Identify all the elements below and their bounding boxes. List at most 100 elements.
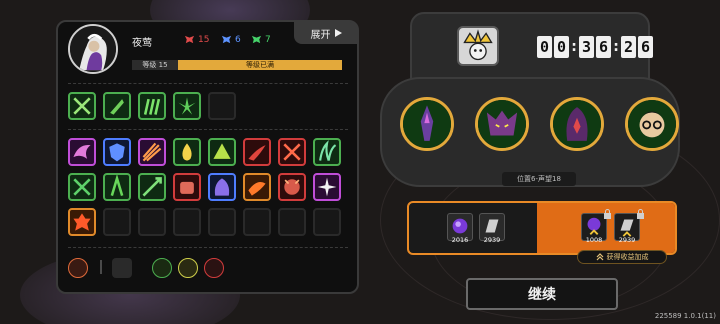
wing-icon — [73, 144, 91, 159]
bonus-card-value: 2939 — [618, 236, 636, 244]
reward-machine: 0 0 : 3 6 : 2 6 位置6-声望18 — [380, 12, 680, 197]
hood-icon — [214, 178, 230, 196]
item-slot[interactable] — [68, 208, 96, 236]
level-bar: 等级 15 等级已满 — [132, 60, 342, 70]
version-label: 225589 1.0.1(11) — [654, 312, 716, 320]
timer-digit: 6 — [596, 36, 611, 58]
blue-resource: 6 — [221, 34, 241, 45]
opponent-portrait[interactable] — [550, 97, 604, 151]
skill-slot[interactable] — [68, 92, 96, 120]
item-slot[interactable] — [313, 138, 341, 166]
fist-icon — [180, 181, 194, 194]
spear-icon — [142, 177, 162, 197]
reward-bar: 2016 2939 1008 2939 — [407, 201, 677, 255]
skill-slot[interactable] — [138, 92, 166, 120]
item-slot[interactable] — [313, 173, 341, 201]
scissor-blade-icon — [73, 178, 91, 196]
demon-face-icon — [284, 179, 300, 195]
item-slot[interactable] — [278, 138, 306, 166]
player-panel: 夜莺 15 6 7 展开 等级 15 等级已满 — [56, 20, 359, 294]
red-resource-count: 15 — [198, 34, 210, 45]
card-deck-icon[interactable] — [112, 258, 132, 278]
hooded-assassin-icon — [553, 100, 601, 148]
crossed-axes-icon — [283, 143, 301, 161]
empty-item-slot[interactable] — [173, 208, 201, 236]
flame-trio-icon[interactable] — [178, 258, 198, 278]
opponent-portrait[interactable] — [625, 97, 679, 151]
green-resource: 7 — [251, 34, 271, 45]
timer-digit: 3 — [579, 36, 594, 58]
item-slot[interactable] — [138, 173, 166, 201]
fire-burst-icon — [73, 213, 91, 231]
separator — [100, 260, 102, 274]
divider — [68, 247, 348, 248]
level-label: 等级 15 — [132, 60, 178, 70]
lock-icon — [604, 209, 611, 219]
item-slot[interactable] — [208, 173, 236, 201]
timer-digit: 6 — [638, 36, 653, 58]
item-slot[interactable] — [103, 173, 131, 201]
item-slot[interactable] — [68, 138, 96, 166]
blue-resource-count: 6 — [235, 34, 241, 45]
divider — [68, 129, 348, 130]
expand-label: 展开 — [310, 29, 331, 41]
shield-icon — [109, 143, 125, 162]
double-chevron-up-icon — [596, 253, 603, 261]
fire-bird-icon — [248, 182, 266, 196]
bonus-tag: 获得收益加成 — [577, 250, 667, 264]
timer-digit: 0 — [537, 36, 552, 58]
continue-button[interactable]: 继续 — [466, 278, 618, 310]
item-slot[interactable] — [173, 138, 201, 166]
empty-item-slot[interactable] — [243, 208, 271, 236]
green-resource-count: 7 — [265, 34, 271, 45]
thorn-icon — [110, 175, 124, 196]
item-slot[interactable] — [243, 173, 271, 201]
opponent-portrait[interactable] — [400, 97, 454, 151]
empty-item-slot[interactable] — [138, 208, 166, 236]
skill-slot[interactable] — [173, 92, 201, 120]
talon-icon — [319, 140, 337, 161]
opponent-portrait[interactable] — [475, 97, 529, 151]
flame-icon — [182, 143, 192, 161]
empty-item-slot[interactable] — [208, 208, 236, 236]
countdown-timer: 0 0 : 3 6 : 2 6 — [537, 36, 653, 58]
glasses-boy-icon — [628, 100, 676, 148]
item-slot[interactable] — [103, 138, 131, 166]
blue-mask-icon — [221, 35, 232, 44]
item-slot[interactable] — [243, 138, 271, 166]
spike-burst-icon — [178, 97, 196, 115]
item-slot[interactable] — [278, 173, 306, 201]
nightingale-portrait-icon — [70, 26, 116, 72]
empty-item-slot[interactable] — [103, 208, 131, 236]
timer-colon: : — [613, 39, 619, 55]
red-mask-icon — [184, 35, 195, 44]
star-burst-icon — [317, 177, 337, 197]
player-avatar[interactable] — [68, 24, 118, 74]
position-label: 位置6-声望18 — [502, 172, 576, 186]
play-arrow-icon — [334, 29, 342, 37]
item-slot[interactable] — [208, 138, 236, 166]
empty-item-slot[interactable] — [313, 208, 341, 236]
fire-spiral-icon[interactable] — [68, 258, 88, 278]
triangle-rune-icon — [213, 143, 231, 159]
empty-skill-slot[interactable] — [208, 92, 236, 120]
expand-button[interactable]: 展开 — [294, 22, 358, 44]
timer-digit: 0 — [554, 36, 569, 58]
orb-value: 2016 — [451, 236, 469, 244]
timer-colon: : — [571, 39, 577, 55]
red-resource: 15 — [184, 34, 209, 45]
skill-slot[interactable] — [103, 92, 131, 120]
empty-item-slot[interactable] — [278, 208, 306, 236]
purple-knight-icon — [403, 100, 451, 148]
divider — [68, 83, 348, 84]
spark-icon[interactable] — [204, 258, 224, 278]
item-slot[interactable] — [68, 173, 96, 201]
level-status: 等级已满 — [178, 60, 342, 70]
arrow-volley-icon — [142, 142, 162, 162]
blood-slash-icon — [248, 145, 266, 161]
leaf-icon[interactable] — [152, 258, 172, 278]
timer-digit: 2 — [621, 36, 636, 58]
item-slot[interactable] — [173, 173, 201, 201]
item-slot[interactable] — [138, 138, 166, 166]
green-mask-icon — [251, 35, 262, 44]
